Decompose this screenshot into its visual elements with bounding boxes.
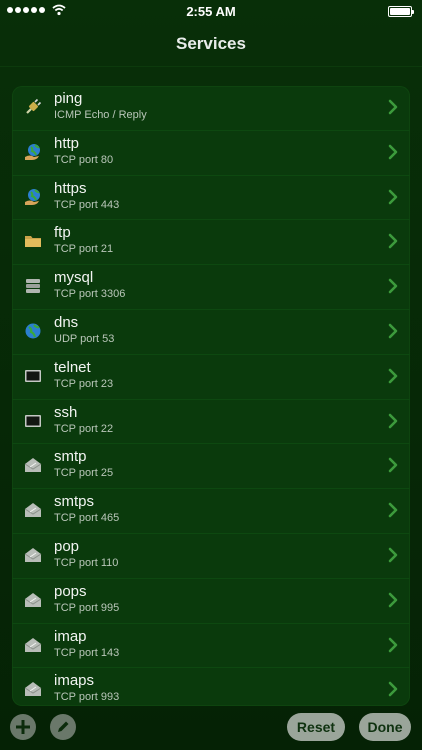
done-button[interactable]: Done xyxy=(359,713,411,741)
service-detail: TCP port 3306 xyxy=(54,288,126,301)
service-detail: TCP port 21 xyxy=(54,243,114,256)
service-row-pops[interactable]: pops TCP port 995 xyxy=(12,579,410,624)
service-detail: TCP port 23 xyxy=(54,377,114,390)
service-detail: TCP port 25 xyxy=(54,467,114,480)
chevron-right-icon xyxy=(388,547,398,563)
service-row-imap[interactable]: imap TCP port 143 xyxy=(12,624,410,669)
add-service-button[interactable] xyxy=(10,714,36,740)
service-row-telnet[interactable]: telnet TCP port 23 xyxy=(12,355,410,400)
chevron-right-icon xyxy=(388,99,398,115)
screen: 2:55 AM Services ping ICMP Echo / Reply ht… xyxy=(0,0,422,750)
chevron-right-icon xyxy=(388,144,398,160)
status-time: 2:55 AM xyxy=(186,4,236,19)
chevron-right-icon xyxy=(388,637,398,653)
service-name: dns xyxy=(54,313,79,331)
chevron-right-icon xyxy=(388,189,398,205)
service-name: ftp xyxy=(54,224,71,242)
folder-icon xyxy=(24,232,42,250)
service-row-pop[interactable]: pop TCP port 110 xyxy=(12,534,410,579)
service-name: smtp xyxy=(54,448,87,466)
chevron-right-icon xyxy=(388,323,398,339)
service-name: smtps xyxy=(54,493,95,511)
service-name: http xyxy=(54,134,80,152)
service-row-ping[interactable]: ping ICMP Echo / Reply xyxy=(12,86,410,131)
service-row-ftp[interactable]: ftp TCP port 21 xyxy=(12,220,410,266)
service-detail: TCP port 110 xyxy=(54,556,119,569)
service-row-http[interactable]: http TCP port 80 xyxy=(12,131,410,176)
chevron-right-icon xyxy=(388,592,398,608)
globe-icon xyxy=(24,322,42,340)
plus-icon xyxy=(16,720,30,734)
mail-icon xyxy=(24,546,42,564)
service-detail: UDP port 53 xyxy=(54,332,115,345)
service-name: pop xyxy=(54,537,80,555)
chevron-right-icon xyxy=(388,278,398,294)
service-row-mysql[interactable]: mysql TCP port 3306 xyxy=(12,265,410,310)
service-detail: TCP port 443 xyxy=(54,198,120,211)
chevron-right-icon xyxy=(388,681,398,697)
nav-divider xyxy=(0,66,422,67)
mail-icon xyxy=(24,591,42,609)
battery-icon xyxy=(388,6,414,17)
chevron-right-icon xyxy=(388,368,398,384)
terminal-icon xyxy=(24,367,42,385)
service-detail: TCP port 80 xyxy=(54,153,114,166)
chevron-right-icon xyxy=(388,457,398,473)
mail-icon xyxy=(24,501,42,519)
service-detail: TCP port 995 xyxy=(54,601,120,614)
service-name: ssh xyxy=(54,403,78,421)
service-name: telnet xyxy=(54,358,91,376)
plug-icon xyxy=(24,98,42,116)
service-name: imap xyxy=(54,627,87,645)
terminal-icon xyxy=(24,412,42,430)
services-list: ping ICMP Echo / Reply http TCP port 80 http… xyxy=(12,86,410,706)
service-row-imaps[interactable]: imaps TCP port 993 xyxy=(12,668,410,706)
nav-title: Services xyxy=(176,34,246,53)
service-detail: TCP port 143 xyxy=(54,646,120,659)
service-name: ping xyxy=(54,90,83,107)
service-row-ssh[interactable]: ssh TCP port 22 xyxy=(12,400,410,445)
mail-icon xyxy=(24,456,42,474)
mail-icon xyxy=(24,680,42,698)
edit-button[interactable] xyxy=(50,714,76,740)
service-name: pops xyxy=(54,582,87,600)
service-name: mysql xyxy=(54,269,94,287)
pencil-icon xyxy=(58,721,69,732)
service-row-smtp[interactable]: smtp TCP port 25 xyxy=(12,444,410,490)
service-detail: TCP port 465 xyxy=(54,512,120,525)
reset-button[interactable]: Reset xyxy=(287,713,345,741)
status-bar: 2:55 AM xyxy=(0,0,422,22)
service-row-dns[interactable]: dns UDP port 53 xyxy=(12,310,410,355)
bottom-toolbar: Reset Done xyxy=(0,710,422,750)
chevron-right-icon xyxy=(388,233,398,249)
globe-hand-icon xyxy=(24,143,42,161)
service-detail: TCP port 22 xyxy=(54,422,114,435)
service-row-https[interactable]: https TCP port 443 xyxy=(12,176,410,221)
service-name: https xyxy=(54,179,87,197)
service-name: imaps xyxy=(54,672,95,690)
database-icon xyxy=(24,277,42,295)
service-detail: ICMP Echo / Reply xyxy=(54,109,147,121)
chevron-right-icon xyxy=(388,413,398,429)
service-detail: TCP port 993 xyxy=(54,691,120,704)
service-row-smtps[interactable]: smtps TCP port 465 xyxy=(12,489,410,534)
mail-icon xyxy=(24,636,42,654)
chevron-right-icon xyxy=(388,502,398,518)
globe-hand-icon xyxy=(24,188,42,206)
